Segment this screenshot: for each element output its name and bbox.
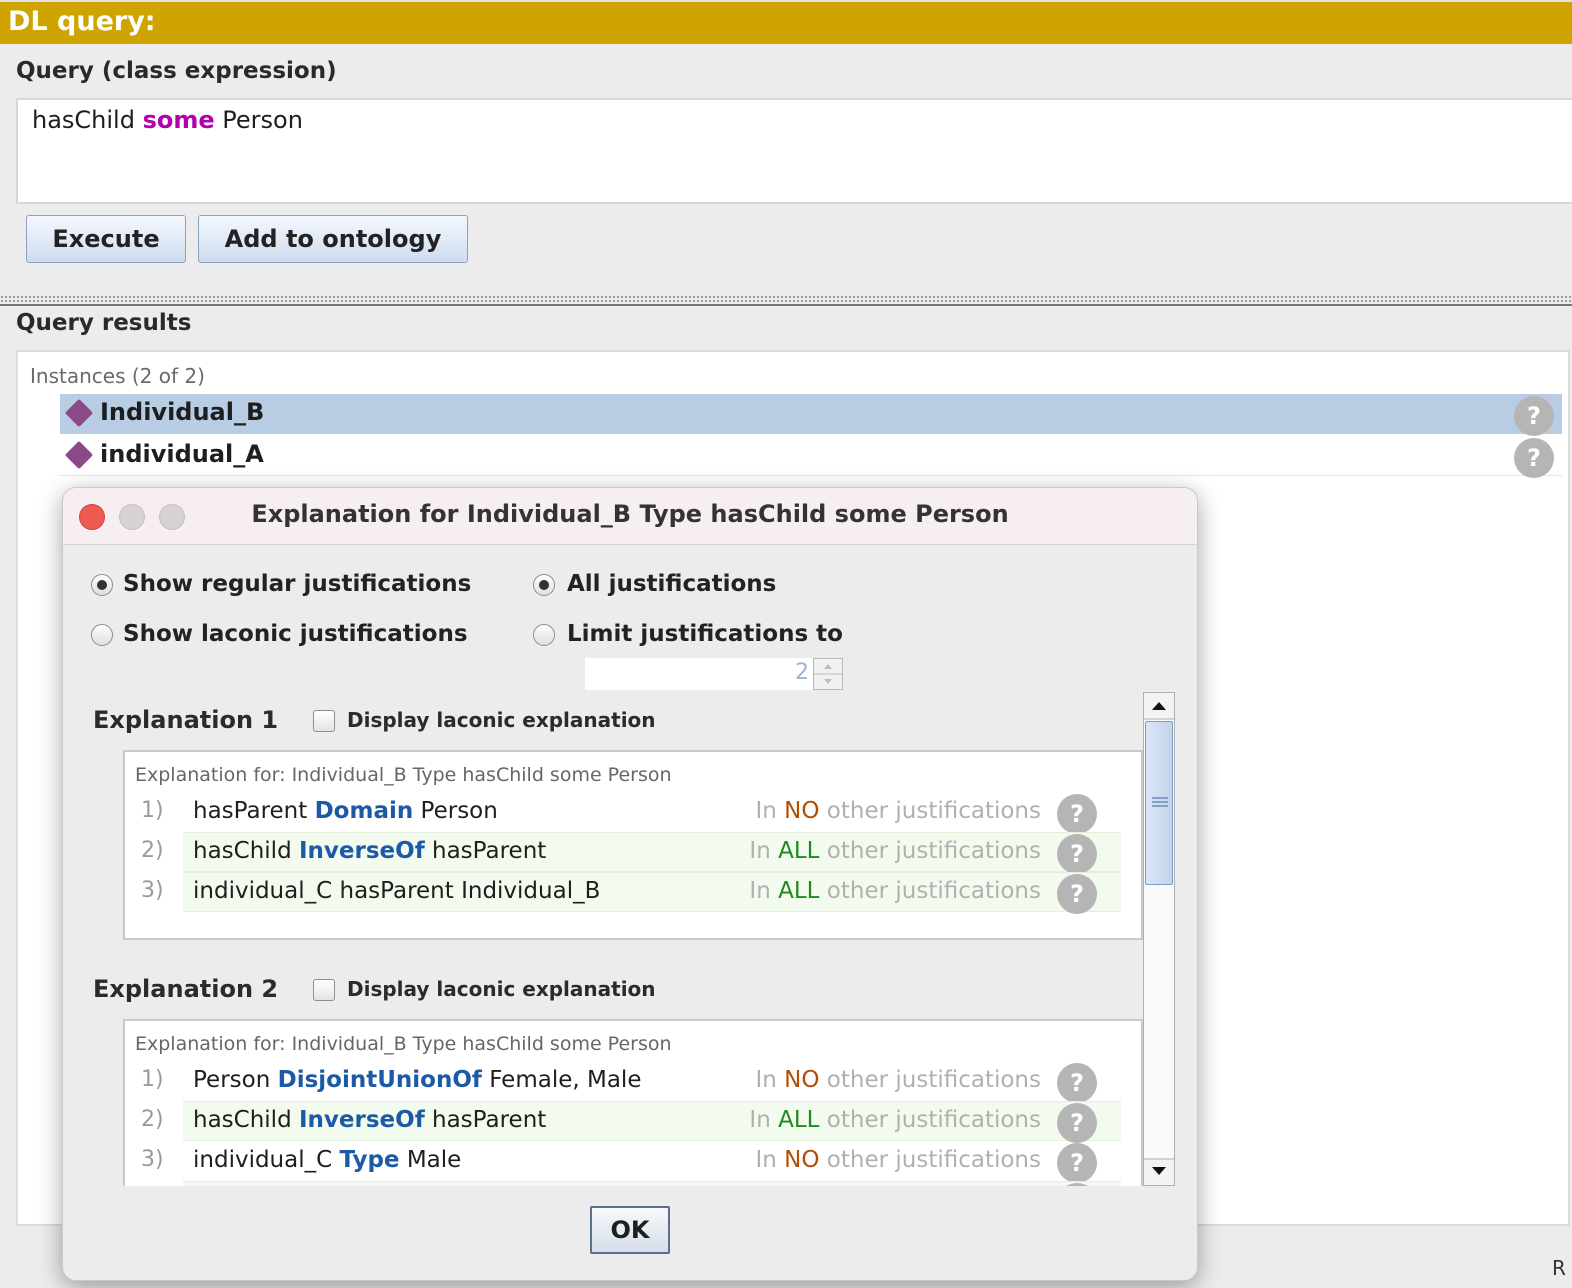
limit-justifications-radio[interactable] — [533, 624, 555, 646]
axiom-text: Person DisjointUnionOf Female, Male — [193, 1067, 642, 1093]
axiom-row[interactable]: 2) hasChild InverseOf hasParent In ALL o… — [125, 832, 1125, 874]
explanation-title: Explanation 1 — [93, 706, 279, 734]
limit-spinner-buttons[interactable] — [813, 658, 843, 690]
scroll-down-icon[interactable] — [1144, 1157, 1174, 1185]
results-label: Query results — [16, 310, 192, 336]
axiom-row[interactable]: 1) Person DisjointUnionOf Female, Male I… — [125, 1061, 1125, 1103]
instance-row-individual-b[interactable]: Individual_B — [60, 394, 1562, 434]
justification-count: In NO other justifications — [755, 1067, 1041, 1093]
add-to-ontology-button[interactable]: Add to ontology — [198, 215, 468, 263]
show-laconic-radio[interactable] — [91, 624, 113, 646]
help-icon[interactable]: ? — [1057, 874, 1097, 914]
all-justifications-label[interactable]: All justifications — [567, 571, 776, 597]
query-text-part: hasChild — [32, 106, 143, 134]
axiom-number: 1) — [141, 798, 164, 823]
axiom-text: hasChild InverseOf hasParent — [193, 1107, 547, 1133]
axiom-number: 2) — [141, 838, 164, 863]
axiom-number: 2) — [141, 1107, 164, 1132]
explanation-title: Explanation 2 — [93, 975, 279, 1003]
panel-title: DL query: — [8, 6, 156, 37]
axiom-row[interactable]: 3) individual_C hasParent Individual_B I… — [125, 872, 1125, 914]
query-input[interactable]: hasChild some Person — [16, 98, 1572, 204]
help-icon[interactable]: ? — [1514, 396, 1554, 436]
instance-name: individual_A — [100, 440, 264, 468]
edge-text: R — [1552, 1256, 1566, 1280]
limit-spinner-field[interactable]: 2 — [585, 658, 815, 690]
scroll-up-icon[interactable] — [1144, 693, 1174, 721]
all-justifications-radio[interactable] — [533, 574, 555, 596]
axiom-text: hasChild InverseOf hasParent — [193, 838, 547, 864]
help-icon[interactable]: ? — [1057, 1063, 1097, 1103]
individual-icon — [64, 440, 94, 470]
vertical-scrollbar[interactable] — [1143, 692, 1175, 1186]
explanation-box: Explanation for: Individual_B Type hasCh… — [123, 750, 1143, 940]
explanation-for: Explanation for: Individual_B Type hasCh… — [135, 764, 672, 786]
ok-button[interactable]: OK — [590, 1206, 670, 1254]
show-regular-label[interactable]: Show regular justifications — [123, 571, 471, 597]
axiom-text: individual_C hasParent Individual_B — [193, 878, 601, 904]
query-text-part: Person — [214, 106, 303, 134]
dialog-title: Explanation for Individual_B Type hasChi… — [251, 500, 1009, 528]
explanations-scroll-area[interactable]: Explanation 1 Display laconic explanatio… — [85, 692, 1143, 1186]
dialog-title-bar[interactable]: Explanation for Individual_B Type hasChi… — [63, 488, 1197, 545]
query-keyword: some — [142, 106, 215, 134]
justification-count: In ALL other justifications — [749, 1107, 1041, 1133]
show-regular-radio[interactable] — [91, 574, 113, 596]
instance-name: Individual_B — [100, 398, 265, 426]
justification-count: In NO other justifications — [755, 798, 1041, 824]
individual-icon — [64, 398, 94, 428]
help-icon[interactable]: ? — [1057, 794, 1097, 834]
help-icon[interactable]: ? — [1057, 1103, 1097, 1143]
justification-count: In ALL other justifications — [749, 838, 1041, 864]
instances-header: Instances (2 of 2) — [30, 364, 205, 388]
axiom-row[interactable]: 2) hasChild InverseOf hasParent In ALL o… — [125, 1101, 1125, 1143]
help-icon[interactable]: ? — [1057, 1143, 1097, 1183]
split-pane-divider[interactable] — [0, 295, 1572, 303]
axiom-row[interactable]: 3) individual_C Type Male In NO other ju… — [125, 1141, 1125, 1183]
query-label: Query (class expression) — [16, 58, 337, 84]
instance-row-individual-a[interactable]: individual_A — [60, 436, 1562, 476]
axiom-text: hasParent Domain Person — [193, 798, 498, 824]
show-laconic-label[interactable]: Show laconic justifications — [123, 621, 468, 647]
spinner-arrows-icon — [814, 664, 842, 684]
axiom-number: 1) — [141, 1067, 164, 1092]
dl-query-title-bar: DL query: — [0, 0, 1572, 44]
explanation-box: Explanation for: Individual_B Type hasCh… — [123, 1019, 1143, 1186]
laconic-checkbox[interactable] — [313, 979, 335, 1001]
axiom-number: 3) — [141, 1147, 164, 1172]
explanation-dialog: Explanation for Individual_B Type hasChi… — [62, 487, 1198, 1281]
row-highlight — [183, 1181, 1121, 1186]
explanation-for: Explanation for: Individual_B Type hasCh… — [135, 1033, 672, 1055]
scrollbar-thumb[interactable] — [1145, 721, 1173, 885]
justification-count: In ALL other justifications — [749, 878, 1041, 904]
laconic-checkbox[interactable] — [313, 710, 335, 732]
limit-justifications-label[interactable]: Limit justifications to — [567, 621, 843, 647]
laconic-checkbox-label[interactable]: Display laconic explanation — [347, 977, 656, 1001]
axiom-row[interactable]: 1) hasParent Domain Person In NO other j… — [125, 792, 1125, 834]
axiom-row — [125, 1181, 1125, 1186]
limit-value: 2 — [795, 660, 809, 685]
axiom-number: 3) — [141, 878, 164, 903]
laconic-checkbox-label[interactable]: Display laconic explanation — [347, 708, 656, 732]
axiom-text: individual_C Type Male — [193, 1147, 462, 1173]
execute-button[interactable]: Execute — [26, 215, 186, 263]
justification-count: In NO other justifications — [755, 1147, 1041, 1173]
help-icon[interactable]: ? — [1514, 438, 1554, 478]
query-text[interactable]: hasChild some Person — [32, 106, 303, 134]
divider-line — [0, 304, 1572, 306]
grip-icon — [1152, 797, 1168, 807]
help-icon[interactable]: ? — [1057, 834, 1097, 874]
